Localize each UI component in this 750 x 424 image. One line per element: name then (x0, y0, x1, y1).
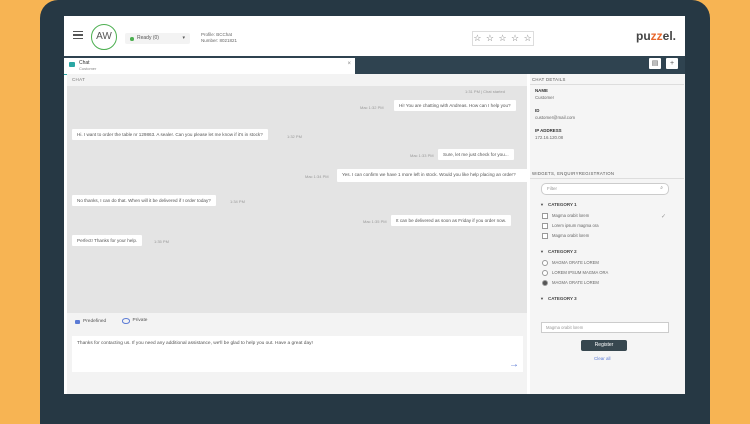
radio[interactable] (542, 270, 548, 276)
customer-message: Hi. I want to order the table nr 129863.… (72, 129, 268, 140)
checkbox[interactable] (542, 233, 548, 239)
message-timestamp: Mac 1:32 PM (360, 105, 384, 110)
layout-icon: ▤ (651, 60, 659, 67)
plus-icon: + (669, 60, 675, 67)
category-3-label: CATEGORY 3 (547, 296, 577, 301)
logo-prefix: pu (636, 29, 651, 43)
chat-panel: CHAT 1:31 PM | Chat started Mac 1:32 PM … (67, 74, 531, 394)
message-timestamp: Mac 1:35 PM (363, 219, 387, 224)
status-label: Ready (0) (137, 35, 159, 41)
id-value: customer@mail.com (535, 115, 576, 120)
hamburger-menu-icon[interactable] (73, 31, 83, 40)
search-icon: ⌕ (660, 185, 663, 191)
tab-chat[interactable]: Chat Customer × (64, 58, 355, 75)
ip-value: 172.16.120.08 (535, 135, 564, 140)
radio[interactable] (542, 260, 548, 266)
message-timestamp: 1:35 PM (154, 239, 169, 244)
top-header: AW Ready (0) ▾ Profile: BCChat Number: 8… (64, 16, 685, 57)
ip-label: IP ADDRESS (535, 128, 562, 133)
radio-option[interactable]: MAGMA ORATE LOREM (542, 260, 599, 266)
chat-start-timestamp: 1:31 PM | Chat started (465, 89, 505, 94)
radio-selected[interactable] (542, 280, 548, 286)
customer-message: Perfect! Thanks for your help. (72, 235, 143, 246)
chat-tab-subtitle: Customer (79, 66, 97, 71)
category-1-label: CATEGORY 1 (547, 202, 577, 207)
agent-message: It can be delivered as soon as Friday if… (391, 215, 512, 226)
send-icon[interactable]: → (509, 359, 519, 370)
option-label: Lorem ipsum magma ora (552, 223, 599, 229)
category-3-toggle[interactable]: ▼ CATEGORY 3 (540, 296, 577, 301)
tab-private-label: Private (132, 318, 148, 324)
status-dropdown[interactable]: Ready (0) ▾ (125, 33, 190, 44)
eye-icon (121, 318, 130, 324)
logo-suffix: el. (662, 29, 677, 43)
filter-input[interactable]: Filter ⌕ (541, 183, 669, 195)
tab-predefined-label: Predefined (83, 319, 107, 324)
layout-button[interactable]: ▤ (649, 58, 661, 69)
radio-option[interactable]: MAGMA ORATE LOREM (542, 280, 599, 286)
customer-message: No thanks, I can do that. When will it b… (72, 195, 216, 206)
name-value: Customer (535, 95, 555, 100)
status-dot-icon (130, 37, 134, 41)
option-label: MAGMA ORATE LOREM (552, 260, 599, 266)
id-label: ID (535, 108, 540, 113)
category-3-input[interactable]: Magma orabit lorem (541, 322, 669, 333)
avatar[interactable]: AW (91, 24, 117, 50)
caret-down-icon: ▼ (540, 202, 544, 207)
composer: Predefined Private Thanks for contacting… (67, 316, 527, 372)
puzzel-logo: puzzel. (636, 29, 676, 43)
category-3-placeholder: Magma orabit lorem (546, 325, 584, 330)
agent-message: Hi! You are chatting with Andreas. How c… (394, 100, 516, 111)
chevron-down-icon: ▾ (182, 35, 185, 41)
message-timestamp: Mac 1:33 PM (410, 153, 434, 158)
agent-message: Sure, let me just check for you... (438, 149, 514, 160)
chat-details-header: CHAT DETAILS (530, 75, 684, 85)
widgets-header: WIDGETS, ENQUIRYREGISTRATION (530, 169, 684, 179)
radio-option[interactable]: LOREM IPSUM MAGMA ORA (542, 270, 608, 276)
caret-down-icon: ▼ (540, 249, 544, 254)
app-window: AW Ready (0) ▾ Profile: BCChat Number: 8… (64, 16, 685, 394)
close-icon[interactable]: × (347, 61, 351, 67)
message-timestamp: 1:32 PM (287, 134, 302, 139)
logo-mid: zz (650, 29, 663, 43)
option-label: LOREM IPSUM MAGMA ORA (552, 270, 609, 276)
add-button[interactable]: + (666, 58, 678, 69)
chat-section-label: CHAT (72, 77, 86, 82)
checkbox-option[interactable]: Magma orabit lorem (542, 233, 589, 239)
number-line: Number: 8021821 (201, 38, 238, 43)
tab-private[interactable]: Private (121, 318, 148, 324)
caret-down-icon: ▼ (540, 296, 544, 301)
list-icon (75, 319, 80, 324)
option-label: Magma orabit lorem (552, 233, 590, 239)
category-2-toggle[interactable]: ▼ CATEGORY 2 (540, 249, 577, 254)
tab-bar: Chat Customer × ▤ + (64, 56, 685, 75)
tab-predefined[interactable]: Predefined (75, 319, 106, 324)
right-panel: CHAT DETAILS NAME Customer ID customer@m… (530, 74, 685, 394)
message-list[interactable]: 1:31 PM | Chat started Mac 1:32 PM Hi! Y… (67, 86, 531, 313)
message-timestamp: Mac 1:34 PM (305, 174, 329, 179)
checkbox[interactable] (542, 213, 548, 219)
checkbox[interactable] (542, 223, 548, 229)
checkbox-option[interactable]: Magma orabit lorem (542, 213, 589, 219)
clear-all-link[interactable]: Clear all (594, 356, 611, 361)
message-input[interactable]: Thanks for contacting us. If you need an… (72, 336, 523, 372)
agent-message: Yes. I can confirm we have 1 more left i… (337, 169, 531, 182)
name-label: NAME (535, 88, 548, 93)
option-label: Magma orabit lorem (552, 213, 590, 219)
checkmark-icon: ✓ (661, 214, 667, 220)
checkbox-option[interactable]: Lorem ipsum magma ora (542, 223, 599, 229)
profile-info: Profile: BCChat Number: 8021821 (201, 32, 237, 44)
filter-placeholder: Filter (547, 186, 557, 191)
message-draft: Thanks for contacting us. If you need an… (77, 341, 313, 346)
composer-tabs: Predefined Private (75, 318, 161, 326)
chat-icon (69, 62, 75, 67)
register-button[interactable]: Register (581, 340, 627, 351)
option-label: MAGMA ORATE LOREM (552, 280, 599, 286)
category-2-label: CATEGORY 2 (547, 249, 577, 254)
message-timestamp: 1:34 PM (230, 199, 245, 204)
star-rating[interactable]: ☆ ☆ ☆ ☆ ☆ (472, 31, 534, 46)
category-1-toggle[interactable]: ▼ CATEGORY 1 (540, 202, 577, 207)
